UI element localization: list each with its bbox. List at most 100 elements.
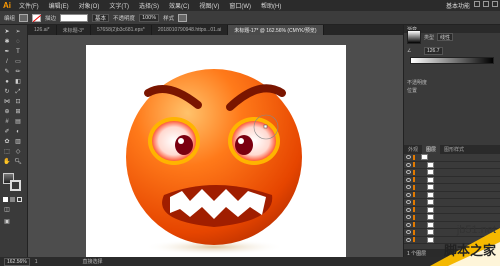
tab-graphic-styles[interactable]: 图形样式 <box>440 145 468 154</box>
canvas-area[interactable] <box>28 35 403 263</box>
menu-object[interactable]: 对象(O) <box>74 1 105 10</box>
layer-thumbnail <box>427 169 434 176</box>
visibility-eye-icon[interactable] <box>406 192 411 197</box>
layer-color-marker <box>413 192 415 198</box>
pencil-icon[interactable]: ✏ <box>14 69 22 76</box>
eyedropper-icon[interactable]: ✐ <box>3 129 11 136</box>
zoom-tool-icon[interactable]: 🔍︎ <box>14 159 22 166</box>
visibility-eye-icon[interactable] <box>406 177 411 182</box>
menu-help[interactable]: 帮助(H) <box>256 1 286 10</box>
hand-tool-icon[interactable]: ✋ <box>3 159 11 166</box>
line-tool-icon[interactable]: / <box>3 59 11 66</box>
layer-row[interactable] <box>404 176 500 184</box>
gradient-type-dropdown[interactable]: 线性 <box>437 33 454 41</box>
visibility-eye-icon[interactable] <box>406 162 411 167</box>
visibility-eye-icon[interactable] <box>406 215 411 220</box>
layer-row[interactable] <box>404 214 500 222</box>
opacity-input[interactable]: 100% <box>139 13 160 22</box>
style-label: 样式 <box>163 15 175 22</box>
free-transform-icon[interactable]: ⊡ <box>14 99 22 106</box>
lasso-icon[interactable]: ◌ <box>14 39 22 46</box>
type-tool-icon[interactable]: T <box>14 49 22 56</box>
gradient-angle-input[interactable]: 126.7 <box>424 47 443 55</box>
shape-builder-icon[interactable]: ⊕ <box>3 109 11 116</box>
stroke-label: 描边 <box>45 15 57 22</box>
artboard-tool-icon[interactable]: ⬚ <box>3 149 11 156</box>
brush-dropdown[interactable]: 基本 <box>92 13 110 22</box>
artboard[interactable] <box>86 45 346 263</box>
layer-row[interactable] <box>404 169 500 177</box>
width-tool-icon[interactable]: ⋈ <box>3 99 11 106</box>
magic-wand-icon[interactable]: ✱ <box>3 39 11 46</box>
color-mode-icon[interactable] <box>3 197 8 202</box>
maximize-icon[interactable] <box>483 1 489 7</box>
perspective-grid-icon[interactable]: ⊞ <box>14 109 22 116</box>
blob-brush-icon[interactable]: ● <box>3 79 11 86</box>
pen-tool-icon[interactable]: ✒ <box>3 49 11 56</box>
gradient-type-row: 类型 线性 <box>404 30 500 44</box>
stroke-color-icon[interactable] <box>10 180 21 191</box>
layer-thumbnail <box>427 199 434 206</box>
tab-doc-active[interactable]: 未标题-17* @ 162.56% (CMYK/预览) <box>228 25 324 35</box>
gradient-tool-icon[interactable]: ▤ <box>14 119 22 126</box>
tab-doc-2[interactable]: 未标题-3* <box>57 25 91 35</box>
layer-row[interactable] <box>404 199 500 207</box>
layer-row[interactable] <box>404 184 500 192</box>
zoom-level[interactable]: 162.56% <box>4 257 30 266</box>
menu-window[interactable]: 窗口(W) <box>224 1 256 10</box>
visibility-eye-icon[interactable] <box>406 170 411 175</box>
angry-emoji-artwork[interactable] <box>86 45 346 263</box>
layer-row[interactable] <box>404 206 500 214</box>
layer-thumbnail <box>427 176 434 183</box>
layer-row[interactable] <box>404 154 500 162</box>
rectangle-tool-icon[interactable]: ▭ <box>14 59 22 66</box>
menu-file[interactable]: 文件(F) <box>14 1 44 10</box>
minimize-icon[interactable] <box>474 1 480 7</box>
draw-normal-icon[interactable]: ◫ <box>3 207 11 214</box>
layer-color-marker <box>413 177 415 183</box>
workspace-switcher[interactable]: 基本功能 <box>446 1 470 10</box>
rotate-tool-icon[interactable]: ↻ <box>3 89 11 96</box>
visibility-eye-icon[interactable] <box>406 155 411 160</box>
opacity-label: 不透明度 <box>113 15 136 22</box>
page-number[interactable]: 1 <box>35 259 38 265</box>
blend-tool-icon[interactable]: ◐ <box>14 129 22 136</box>
gradient-mode-icon[interactable] <box>10 197 15 202</box>
visibility-eye-icon[interactable] <box>406 185 411 190</box>
layer-row[interactable] <box>404 161 500 169</box>
selection-type-label: 编组 <box>4 15 16 22</box>
fill-swatch[interactable] <box>19 13 29 22</box>
tab-doc-1[interactable]: 126.ai* <box>28 25 57 35</box>
gradient-swatch[interactable] <box>407 30 421 44</box>
stroke-swatch[interactable] <box>32 13 42 22</box>
tab-layers[interactable]: 图层 <box>422 145 441 154</box>
mesh-tool-icon[interactable]: # <box>3 119 11 126</box>
anchor-point[interactable] <box>263 124 268 129</box>
menu-select[interactable]: 选择(S) <box>134 1 164 10</box>
document-tabs: 126.ai* 未标题-3* 57658(2)b3c681.eps* 20180… <box>28 25 420 35</box>
visibility-eye-icon[interactable] <box>406 207 411 212</box>
gradient-slider[interactable] <box>410 57 494 64</box>
tab-appearance[interactable]: 外观 <box>404 145 422 154</box>
symbol-sprayer-icon[interactable]: ✿ <box>3 139 11 146</box>
close-icon[interactable] <box>492 1 498 7</box>
visibility-eye-icon[interactable] <box>406 200 411 205</box>
screen-mode-icon[interactable]: ▣ <box>3 219 11 226</box>
none-mode-icon[interactable] <box>17 197 22 202</box>
scale-tool-icon[interactable]: ⤢ <box>14 89 22 96</box>
eraser-icon[interactable]: ◧ <box>14 79 22 86</box>
style-swatch[interactable] <box>178 13 188 22</box>
slice-tool-icon[interactable]: ◇ <box>14 149 22 156</box>
menu-view[interactable]: 视图(V) <box>194 1 224 10</box>
tab-doc-3[interactable]: 57658(2)b3c681.eps* <box>91 25 152 35</box>
graph-tool-icon[interactable]: ▥ <box>14 139 22 146</box>
layer-row[interactable] <box>404 191 500 199</box>
tab-doc-4[interactable]: 2018010790948.https...01.ai <box>152 25 229 35</box>
menu-effect[interactable]: 效果(C) <box>164 1 194 10</box>
menu-type[interactable]: 文字(T) <box>104 1 134 10</box>
paintbrush-icon[interactable]: ✎ <box>3 69 11 76</box>
selection-tool-icon[interactable]: ➤ <box>3 29 11 36</box>
menu-edit[interactable]: 编辑(E) <box>44 1 74 10</box>
direct-selection-icon[interactable]: ➢ <box>14 29 22 36</box>
stroke-profile[interactable] <box>60 13 89 22</box>
